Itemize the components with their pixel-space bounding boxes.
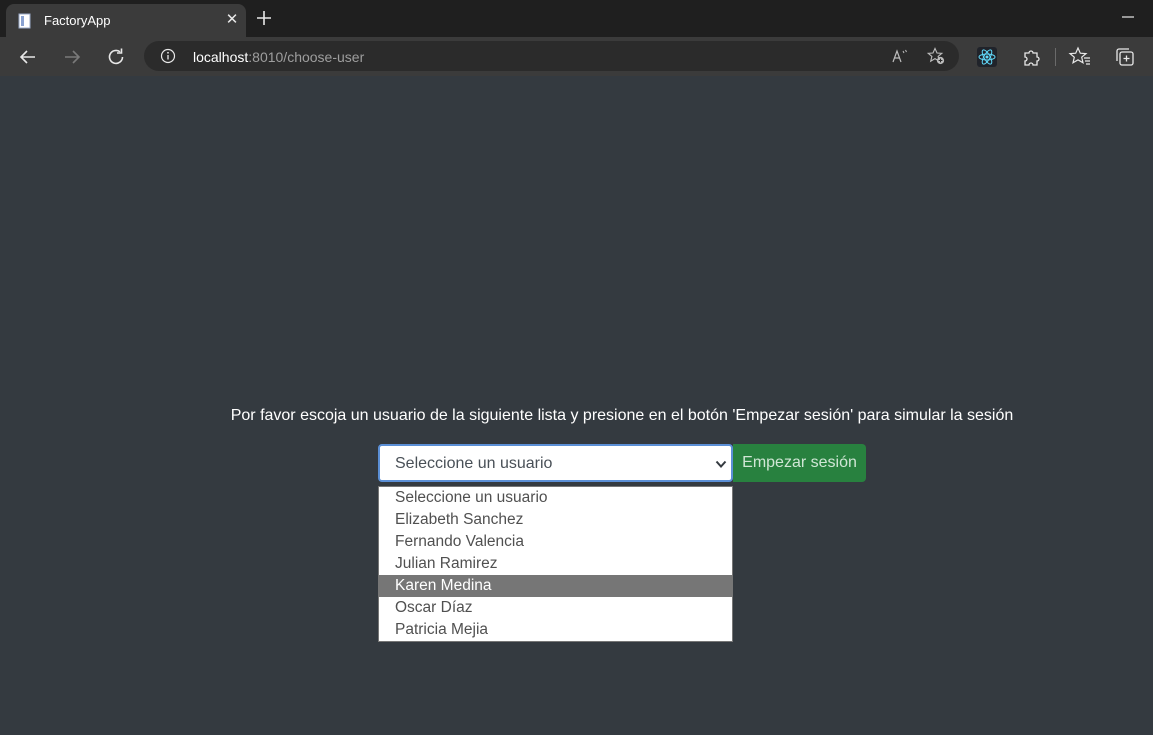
user-select[interactable]: Seleccione un usuario [378, 444, 733, 482]
info-icon[interactable] [160, 48, 176, 64]
minimize-icon[interactable] [1118, 10, 1138, 24]
dropdown-option[interactable]: Julian Ramirez [379, 553, 732, 575]
dropdown-option[interactable]: Elizabeth Sanchez [379, 509, 732, 531]
address-bar[interactable]: localhost:8010/choose-user [144, 41, 959, 71]
dropdown-option[interactable]: Oscar Díaz [379, 597, 732, 619]
tab-title: FactoryApp [44, 13, 111, 28]
react-icon[interactable] [975, 45, 999, 69]
refresh-icon[interactable] [104, 45, 128, 69]
arrow-left-icon[interactable] [16, 45, 40, 69]
favorites-icon[interactable] [1068, 45, 1092, 69]
instruction-text: Por favor escoja un usuario de la siguie… [230, 407, 1014, 424]
url-path: :8010/choose-user [248, 49, 365, 65]
start-session-button[interactable]: Empezar sesión [733, 444, 866, 482]
collections-icon[interactable] [1113, 45, 1137, 69]
user-dropdown-list: Seleccione un usuario Elizabeth Sanchez … [378, 486, 733, 642]
toolbar-separator [1055, 48, 1056, 66]
dropdown-option[interactable]: Patricia Mejia [379, 619, 732, 641]
dropdown-option[interactable]: Seleccione un usuario [379, 487, 732, 509]
read-aloud-icon[interactable] [891, 47, 909, 65]
select-current-value: Seleccione un usuario [395, 455, 553, 472]
url-text: localhost:8010/choose-user [193, 49, 364, 65]
arrow-right-icon[interactable] [60, 45, 84, 69]
close-icon[interactable]: ✕ [224, 11, 240, 29]
url-host: localhost [193, 49, 249, 65]
dropdown-option[interactable]: Karen Medina [379, 575, 732, 597]
tab-strip: FactoryApp ✕ [0, 0, 1153, 37]
plus-icon[interactable] [254, 8, 274, 28]
document-icon [18, 13, 31, 29]
chevron-down-icon [715, 460, 727, 468]
dropdown-option[interactable]: Fernando Valencia [379, 531, 732, 553]
star-add-icon[interactable] [927, 47, 945, 65]
browser-tab[interactable]: FactoryApp ✕ [6, 4, 246, 37]
puzzle-icon[interactable] [1020, 45, 1044, 69]
browser-toolbar: localhost:8010/choose-user [0, 37, 1153, 76]
